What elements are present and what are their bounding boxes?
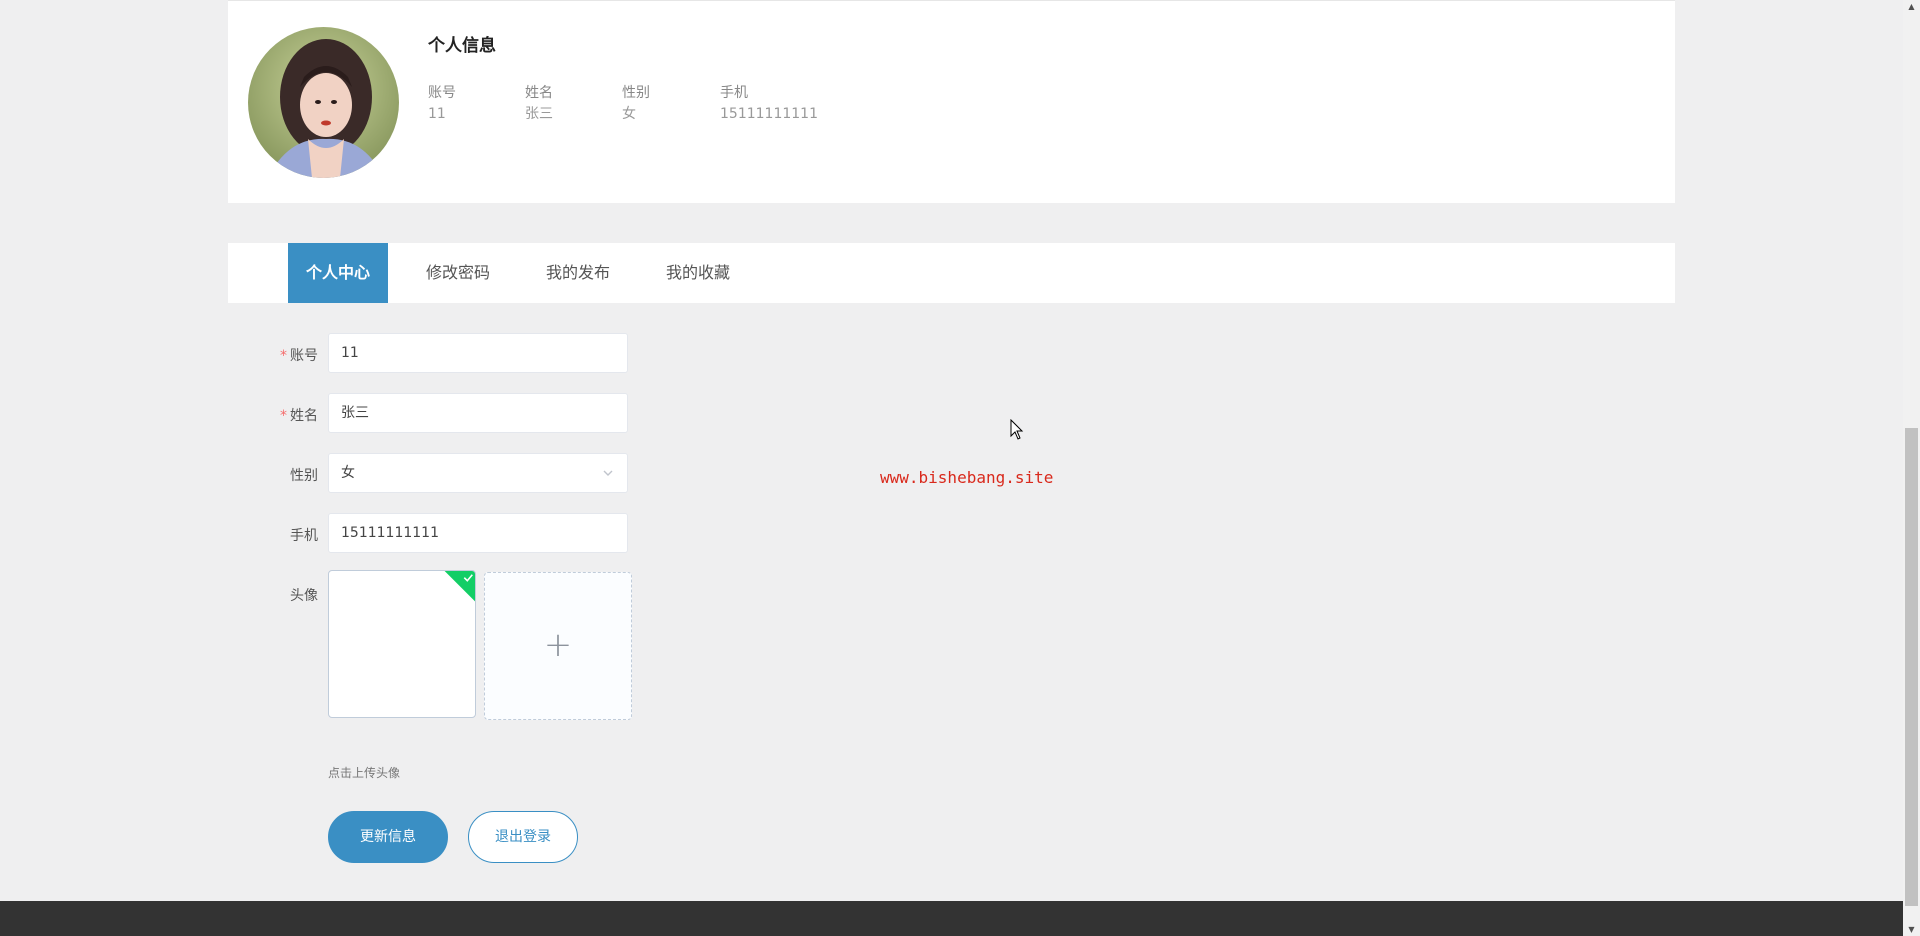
profile-field-value: 11 (428, 106, 446, 122)
account-label-text: 账号 (290, 348, 318, 364)
avatar-photo-icon (248, 27, 399, 178)
account-input[interactable]: 11 (328, 333, 628, 373)
upload-avatar-button[interactable]: + (484, 572, 632, 720)
gender-selected-value: 女 (341, 465, 355, 481)
uploaded-avatar-preview[interactable] (328, 570, 476, 718)
account-label: * 账号 (260, 345, 318, 365)
tab-my-posts[interactable]: 我的发布 (546, 243, 610, 303)
profile-field-label: 账号 (428, 85, 456, 101)
profile-title: 个人信息 (428, 36, 496, 56)
upload-success-badge (443, 571, 475, 603)
tab-change-password[interactable]: 修改密码 (426, 243, 490, 303)
required-mark: * (280, 408, 287, 424)
name-label: * 姓名 (260, 405, 318, 425)
required-mark: * (280, 348, 287, 364)
mouse-cursor-icon (1010, 419, 1024, 440)
update-info-button[interactable]: 更新信息 (328, 811, 448, 863)
page-footer (0, 901, 1903, 936)
avatar-label: 头像 (290, 588, 318, 604)
tab-personal-center[interactable]: 个人中心 (288, 243, 388, 303)
vertical-scrollbar[interactable]: ▲ ▼ (1903, 0, 1920, 936)
scroll-up-arrow-icon[interactable]: ▲ (1907, 2, 1916, 11)
name-label-text: 姓名 (290, 408, 318, 424)
chevron-down-icon (603, 470, 613, 476)
profile-field-label: 姓名 (525, 85, 553, 101)
profile-field-value: 女 (622, 106, 636, 122)
user-avatar (248, 27, 399, 178)
profile-field-label: 手机 (720, 85, 748, 101)
check-icon (463, 574, 473, 582)
gender-select[interactable]: 女 (328, 453, 628, 493)
profile-field-phone: 手机 15111111111 (720, 83, 818, 125)
profile-field-gender: 性别 女 (622, 83, 650, 125)
watermark-text: www.bishebang.site (880, 468, 1054, 487)
profile-field-name: 姓名 张三 (525, 83, 553, 125)
name-input[interactable]: 张三 (328, 393, 628, 433)
profile-field-value: 张三 (525, 106, 553, 122)
phone-input[interactable]: 15111111111 (328, 513, 628, 553)
upload-tip: 点击上传头像 (328, 766, 401, 780)
profile-card: 个人信息 账号 11 姓名 张三 性别 女 手机 15111111111 (228, 0, 1675, 203)
user-center-tabs: 个人中心 修改密码 我的发布 我的收藏 (228, 243, 1675, 303)
profile-field-account: 账号 11 (428, 83, 456, 125)
scrollbar-thumb[interactable] (1905, 428, 1918, 906)
profile-field-value: 15111111111 (720, 106, 818, 122)
phone-label: 手机 (290, 528, 318, 544)
plus-icon: + (543, 625, 573, 666)
gender-label: 性别 (290, 468, 318, 484)
tab-my-favorites[interactable]: 我的收藏 (666, 243, 730, 303)
scroll-down-arrow-icon[interactable]: ▼ (1907, 925, 1916, 934)
profile-field-label: 性别 (622, 85, 650, 101)
logout-button[interactable]: 退出登录 (468, 811, 578, 863)
